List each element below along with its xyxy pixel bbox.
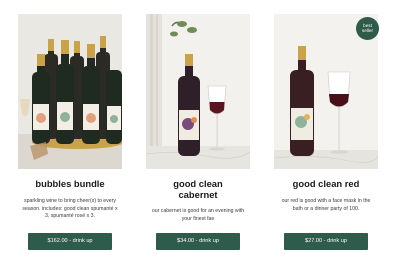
add-to-cart-button-bubbles-bundle[interactable]: $162.00 - drink up (28, 233, 112, 250)
cabernet-bottle-image (146, 14, 250, 169)
product-photo-good-clean-cabernet[interactable] (146, 14, 250, 169)
product-photo-bubbles-bundle[interactable] (18, 14, 122, 169)
product-title-good-clean-red[interactable]: good clean red (270, 178, 382, 189)
product-card-good-clean-red: best seller good clean red our red is go… (274, 0, 382, 259)
product-title-bubbles-bundle[interactable]: bubbles bundle (14, 178, 126, 189)
product-card-good-clean-cabernet: good clean cabernet our cabernet is good… (146, 0, 254, 259)
add-to-cart-button-good-clean-cabernet[interactable]: $34.00 - drink up (156, 233, 240, 250)
product-description-good-clean-cabernet: our cabernet is good for an evening with… (151, 208, 245, 222)
sparkling-bottles-image (18, 14, 122, 169)
best-seller-badge: best seller (356, 17, 379, 40)
product-description-bubbles-bundle: sparkling wine to bring cheer(s) to ever… (22, 198, 118, 220)
add-to-cart-button-good-clean-red[interactable]: $27.00 - drink up (284, 233, 368, 250)
product-card-bubbles-bundle: bubbles bundle sparkling wine to bring c… (18, 0, 126, 259)
product-description-good-clean-red: our red is good with a face mask in the … (281, 198, 371, 212)
product-title-good-clean-cabernet[interactable]: good clean cabernet (142, 178, 254, 200)
